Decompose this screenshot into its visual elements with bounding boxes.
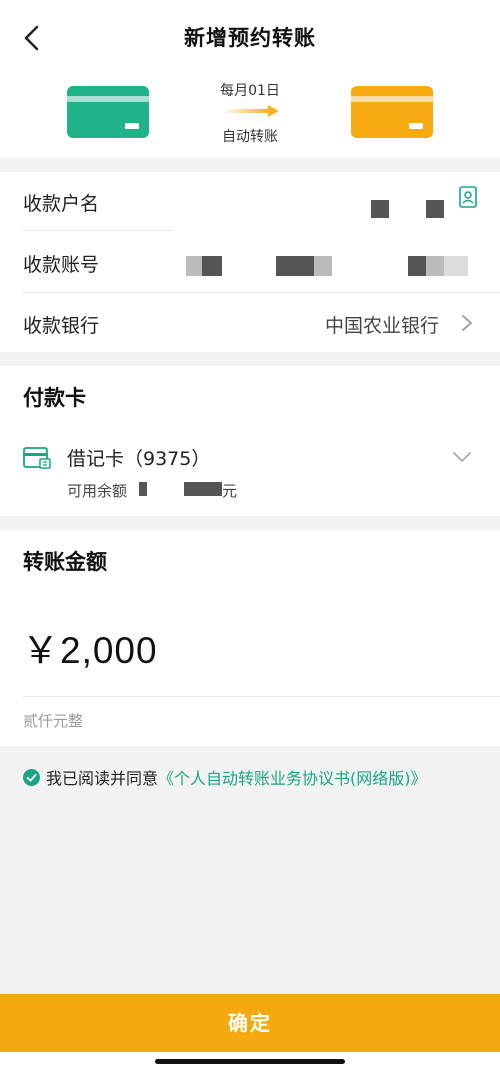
divider: [23, 230, 173, 231]
payee-account-label: 收款账号: [23, 254, 100, 276]
contact-book-icon[interactable]: [459, 186, 477, 208]
masked-account-number: [444, 256, 468, 276]
target-card-graphic: [351, 86, 433, 138]
agreement-text: 我已阅读并同意: [46, 769, 159, 788]
agreement: 我已阅读并同意《个人自动转账业务协议书(网络版)》: [23, 765, 483, 792]
masked-balance: [184, 482, 222, 496]
schedule-type: 自动转账: [222, 129, 278, 145]
chevron-right-icon[interactable]: [460, 313, 474, 333]
payee-section: 收款户名 收款账号 收款银行 中国农业银行: [0, 172, 500, 352]
page-title: 新增预约转账: [184, 26, 316, 50]
section-gap: [0, 352, 500, 366]
arrow-right-icon: [222, 105, 279, 117]
payee-name-label: 收款户名: [23, 193, 100, 215]
checkbox-checked-icon[interactable]: [23, 769, 40, 786]
amount-input[interactable]: ￥2,000: [22, 620, 158, 674]
payee-bank-value[interactable]: 中国农业银行: [325, 311, 439, 338]
debit-card-icon: [23, 447, 51, 469]
home-indicator: [155, 1059, 345, 1064]
agreement-link[interactable]: 《个人自动转账业务协议书(网络版)》: [158, 769, 427, 788]
amount-title: 转账金额: [23, 550, 107, 574]
divider: [23, 292, 500, 293]
masked-account-number: [314, 256, 332, 276]
masked-payee-name: [426, 200, 444, 218]
payment-card-section: 付款卡 借记卡（9375） 可用余额 元: [0, 366, 500, 516]
section-gap: [0, 516, 500, 530]
amount-in-words: 贰仟元整: [23, 712, 84, 730]
masked-payee-name: [371, 200, 389, 218]
masked-balance: [139, 482, 147, 496]
masked-account-number: [276, 256, 314, 276]
amount-section: 转账金额 ￥2,000 贰仟元整: [0, 530, 500, 746]
balance-unit: 元: [222, 482, 238, 500]
payment-card-title: 付款卡: [23, 386, 86, 410]
masked-account-number: [426, 256, 444, 276]
masked-account-number: [408, 256, 426, 276]
chevron-down-icon[interactable]: [452, 450, 472, 464]
balance-label: 可用余额: [67, 482, 128, 500]
section-gap: [0, 158, 500, 172]
divider: [23, 696, 500, 697]
transfer-visual: 每月01日 自动转账: [0, 78, 500, 158]
payment-card-name[interactable]: 借记卡（9375）: [67, 444, 210, 471]
schedule-date: 每月01日: [220, 83, 280, 99]
source-card-graphic: [67, 86, 149, 138]
masked-account-number: [202, 256, 222, 276]
top-bar: 新增预约转账: [0, 0, 500, 80]
payee-bank-label: 收款银行: [23, 315, 100, 337]
masked-account-number: [186, 256, 202, 276]
confirm-button[interactable]: 确定: [0, 994, 500, 1052]
